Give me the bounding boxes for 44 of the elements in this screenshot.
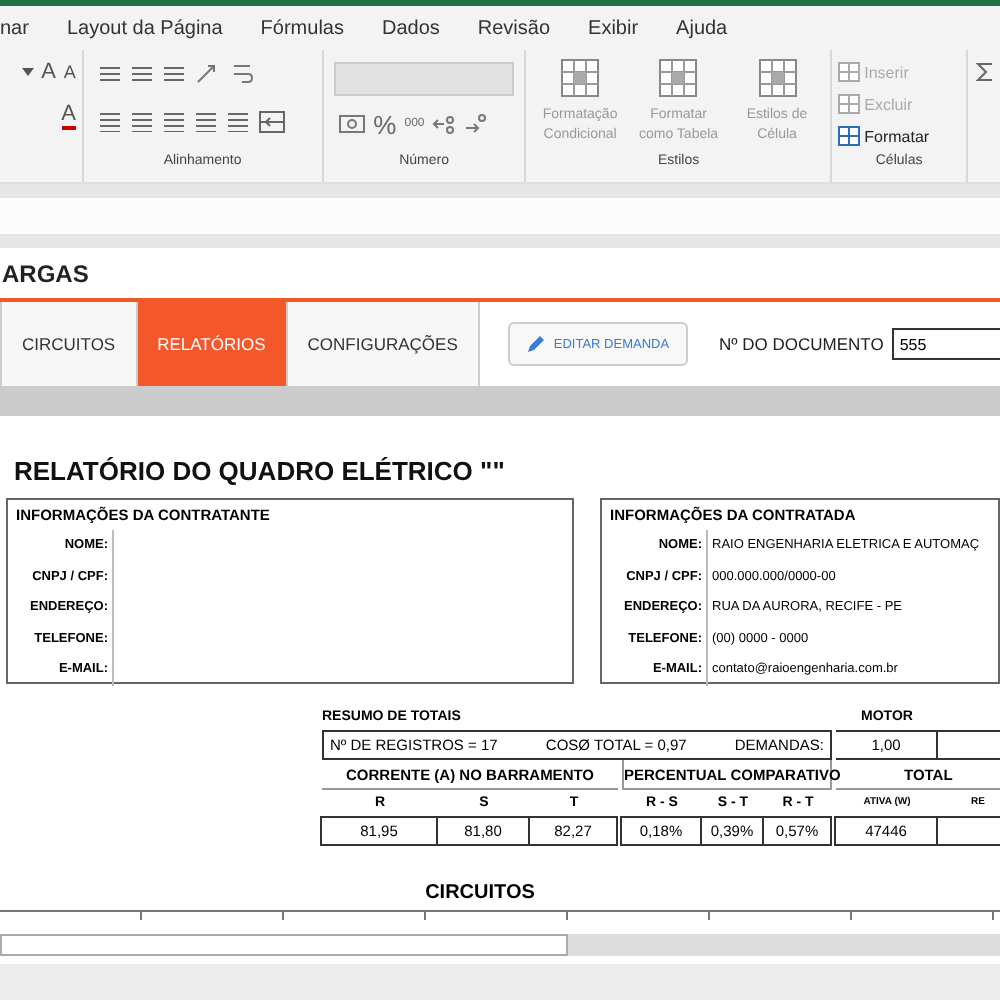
percent-button[interactable]: % <box>373 109 397 139</box>
pencil-icon <box>525 334 546 354</box>
sum-icon[interactable] <box>973 62 994 82</box>
table-cell <box>938 730 1000 760</box>
section-heading: CIRCUITOS <box>425 882 535 904</box>
grid-icon <box>838 94 861 114</box>
ribbon-tab[interactable]: Ajuda <box>676 17 728 39</box>
ribbon-tab[interactable]: Exibir <box>588 17 639 39</box>
nav-tab[interactable]: CIRCUITOS <box>2 302 138 386</box>
report-title: RELATÓRIO DO QUADRO ELÉTRICO "" <box>14 456 507 486</box>
grow-font-button[interactable]: A <box>41 60 56 84</box>
align-lines-icon[interactable] <box>225 112 250 132</box>
font-color-button[interactable]: A <box>61 103 76 129</box>
dropdown-caret-icon[interactable] <box>21 68 34 76</box>
ribbon-tab[interactable]: Revisão <box>477 17 551 39</box>
ribbon-tab[interactable]: Layout da Página <box>66 17 223 39</box>
align-lines-icon[interactable] <box>193 112 218 132</box>
grid-icon <box>838 126 861 146</box>
ribbon-tab[interactable]: Dados <box>381 17 440 39</box>
document-number-label: Nº DO DOCUMENTO <box>719 334 884 354</box>
merge-cells-icon[interactable] <box>257 110 286 134</box>
document-number-field[interactable]: 555 <box>891 328 1000 360</box>
table-grid-icon <box>757 58 797 98</box>
align-lines-icon[interactable] <box>97 112 122 132</box>
sheet-title: ARGAS <box>2 259 89 287</box>
wrap-text-icon[interactable] <box>229 60 254 88</box>
ribbon-cell-button[interactable]: Formatar <box>838 122 960 150</box>
ribbon-tab[interactable]: nar <box>0 17 29 39</box>
align-lines-icon[interactable] <box>161 64 186 84</box>
table-grid-icon <box>560 58 601 98</box>
horizontal-scrollbar[interactable] <box>0 934 568 956</box>
currency-icon[interactable] <box>337 114 366 134</box>
ribbon-tab[interactable]: Fórmulas <box>260 17 344 39</box>
nav-tab[interactable]: CONFIGURAÇÕES <box>287 302 480 386</box>
align-lines-icon[interactable] <box>129 112 154 132</box>
align-lines-icon[interactable] <box>129 64 154 84</box>
align-lines-icon[interactable] <box>161 112 186 132</box>
grid-icon <box>838 62 861 82</box>
table-grid-icon <box>658 58 699 98</box>
increase-decimal-icon[interactable] <box>432 112 457 136</box>
table-cell <box>936 816 1000 846</box>
align-lines-icon[interactable] <box>97 64 122 84</box>
shrink-font-button[interactable]: A <box>63 62 76 82</box>
decrease-decimal-icon[interactable] <box>464 112 489 136</box>
